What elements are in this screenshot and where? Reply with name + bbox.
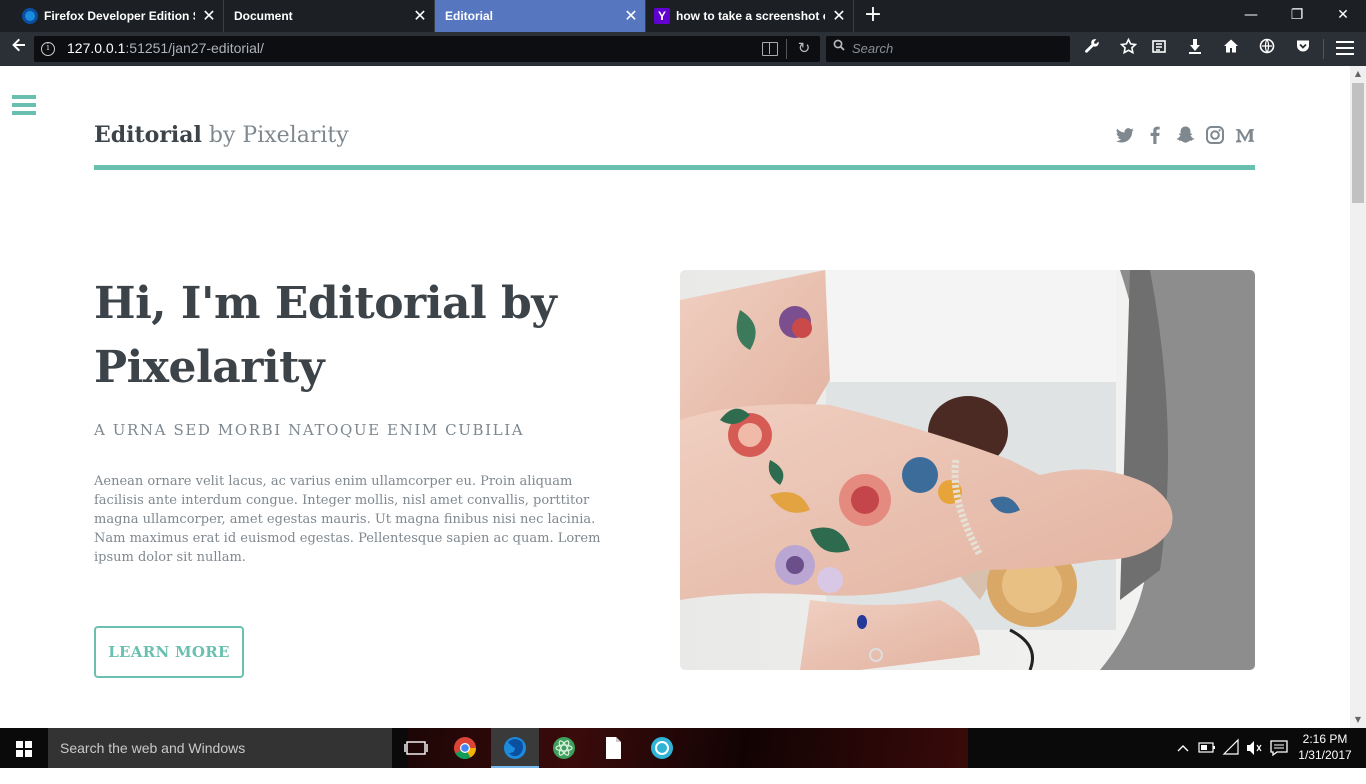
close-tab-icon[interactable]: ✕: [617, 6, 645, 26]
url-bar[interactable]: i 127.0.0.1:51251/jan27-editorial/ ↻: [34, 36, 820, 62]
library-icon[interactable]: [1148, 38, 1170, 60]
taskbar-search-text: Search the web and Windows: [60, 740, 246, 756]
site-logo[interactable]: Editorial by Pixelarity: [94, 122, 349, 148]
wifi-icon[interactable]: [1220, 728, 1242, 768]
sidebar-toggle-icon[interactable]: [12, 95, 36, 115]
app-icon[interactable]: [638, 728, 686, 768]
close-tab-icon[interactable]: ✕: [195, 6, 223, 26]
tab-yahoo-search[interactable]: Y how to take a screenshot on ✕: [646, 0, 854, 32]
url-path: :51251/jan27-editorial/: [125, 40, 264, 56]
close-window-button[interactable]: ✕: [1320, 0, 1366, 32]
back-arrow-icon: [12, 38, 25, 52]
logo-title: Editorial: [94, 122, 202, 148]
tab-title: Firefox Developer Edition Sta: [44, 9, 195, 23]
scroll-up-arrow-icon[interactable]: ▲: [1350, 66, 1366, 82]
page-viewport: Editorial by Pixelarity Hi, I'm Editoria…: [0, 66, 1350, 728]
pocket-icon[interactable]: [1292, 38, 1314, 60]
bookmark-star-icon[interactable]: [1117, 37, 1139, 60]
search-icon: [833, 39, 845, 55]
tab-title: Editorial: [445, 9, 494, 23]
yahoo-icon: Y: [654, 8, 670, 24]
url-host: 127.0.0.1: [67, 40, 126, 56]
show-hidden-icons-icon[interactable]: [1174, 728, 1192, 768]
clock-time: 2:16 PM: [1302, 732, 1348, 746]
search-bar[interactable]: Search: [826, 36, 1070, 62]
downloads-icon[interactable]: [1184, 38, 1206, 60]
hamburger-menu-icon[interactable]: [1336, 41, 1354, 55]
volume-muted-icon[interactable]: [1243, 728, 1265, 768]
windows-logo-icon: [16, 741, 32, 757]
tab-document[interactable]: Document ✕: [224, 0, 435, 32]
firefox-dev-taskbar-icon[interactable]: [491, 728, 539, 768]
learn-more-button[interactable]: LEARN MORE: [94, 626, 244, 678]
tattooed-arm-photo: [680, 270, 1255, 670]
maximize-button[interactable]: ❐: [1274, 0, 1320, 32]
close-tab-icon[interactable]: ✕: [825, 6, 853, 26]
clock-date: 1/31/2017: [1298, 748, 1352, 762]
system-clock[interactable]: 2:16 PM 1/31/2017: [1292, 731, 1358, 763]
action-center-icon[interactable]: [1268, 728, 1290, 768]
tab-bar: Firefox Developer Edition Sta ✕ Document…: [0, 0, 1366, 32]
social-links: [1115, 124, 1255, 148]
notepad-file-icon[interactable]: [589, 728, 637, 768]
start-button[interactable]: [0, 728, 48, 768]
minimize-button[interactable]: —: [1228, 0, 1274, 32]
hero-title: Hi, I'm Editorial by Pixelarity: [94, 278, 557, 393]
facebook-icon[interactable]: [1145, 124, 1165, 146]
toolbar-divider: [1323, 39, 1324, 59]
tab-title: how to take a screenshot on: [676, 9, 825, 23]
home-icon[interactable]: [1220, 38, 1242, 60]
task-view-icon[interactable]: [392, 728, 440, 768]
hero-image: [680, 270, 1255, 670]
url-divider: [786, 39, 787, 59]
tab-firefox-dev[interactable]: Firefox Developer Edition Sta ✕: [14, 0, 224, 32]
tab-editorial[interactable]: Editorial ✕: [435, 0, 646, 32]
url-text[interactable]: 127.0.0.1:51251/jan27-editorial/: [67, 40, 264, 56]
reader-view-icon[interactable]: [762, 42, 778, 56]
navigation-toolbar: i 127.0.0.1:51251/jan27-editorial/ ↻ Sea…: [0, 32, 1366, 66]
chrome-icon[interactable]: [441, 728, 489, 768]
atom-editor-icon[interactable]: [540, 728, 588, 768]
developer-tools-icon[interactable]: [1081, 38, 1103, 60]
battery-icon[interactable]: [1196, 728, 1218, 768]
medium-icon[interactable]: [1235, 124, 1255, 146]
vertical-scrollbar[interactable]: ▲ ▼: [1350, 66, 1366, 728]
windows-taskbar: Search the web and Windows 2:16 PM 1/31/…: [0, 728, 1366, 768]
hero-paragraph: Aenean ornare velit lacus, ac varius eni…: [94, 474, 601, 565]
tab-title: Document: [234, 9, 293, 23]
reload-icon[interactable]: ↻: [794, 38, 814, 58]
site-header: Editorial by Pixelarity: [94, 122, 1255, 170]
back-button[interactable]: [6, 37, 32, 61]
search-placeholder: Search: [852, 41, 894, 56]
close-tab-icon[interactable]: ✕: [406, 6, 434, 26]
snapchat-icon[interactable]: [1175, 124, 1195, 146]
scroll-down-arrow-icon[interactable]: ▼: [1350, 712, 1366, 728]
new-tab-button[interactable]: +: [860, 0, 886, 32]
scroll-thumb[interactable]: [1352, 83, 1364, 203]
instagram-icon[interactable]: [1205, 124, 1225, 146]
twitter-icon[interactable]: [1115, 124, 1135, 146]
taskbar-search-box[interactable]: Search the web and Windows: [48, 728, 392, 768]
responsive-design-icon[interactable]: [1256, 38, 1278, 60]
logo-byline: by Pixelarity: [208, 123, 349, 148]
site-info-icon[interactable]: i: [41, 42, 55, 56]
hero-subtitle: A URNA SED MORBI NATOQUE ENIM CUBILIA: [94, 421, 525, 439]
firefox-dev-icon: [22, 8, 38, 24]
